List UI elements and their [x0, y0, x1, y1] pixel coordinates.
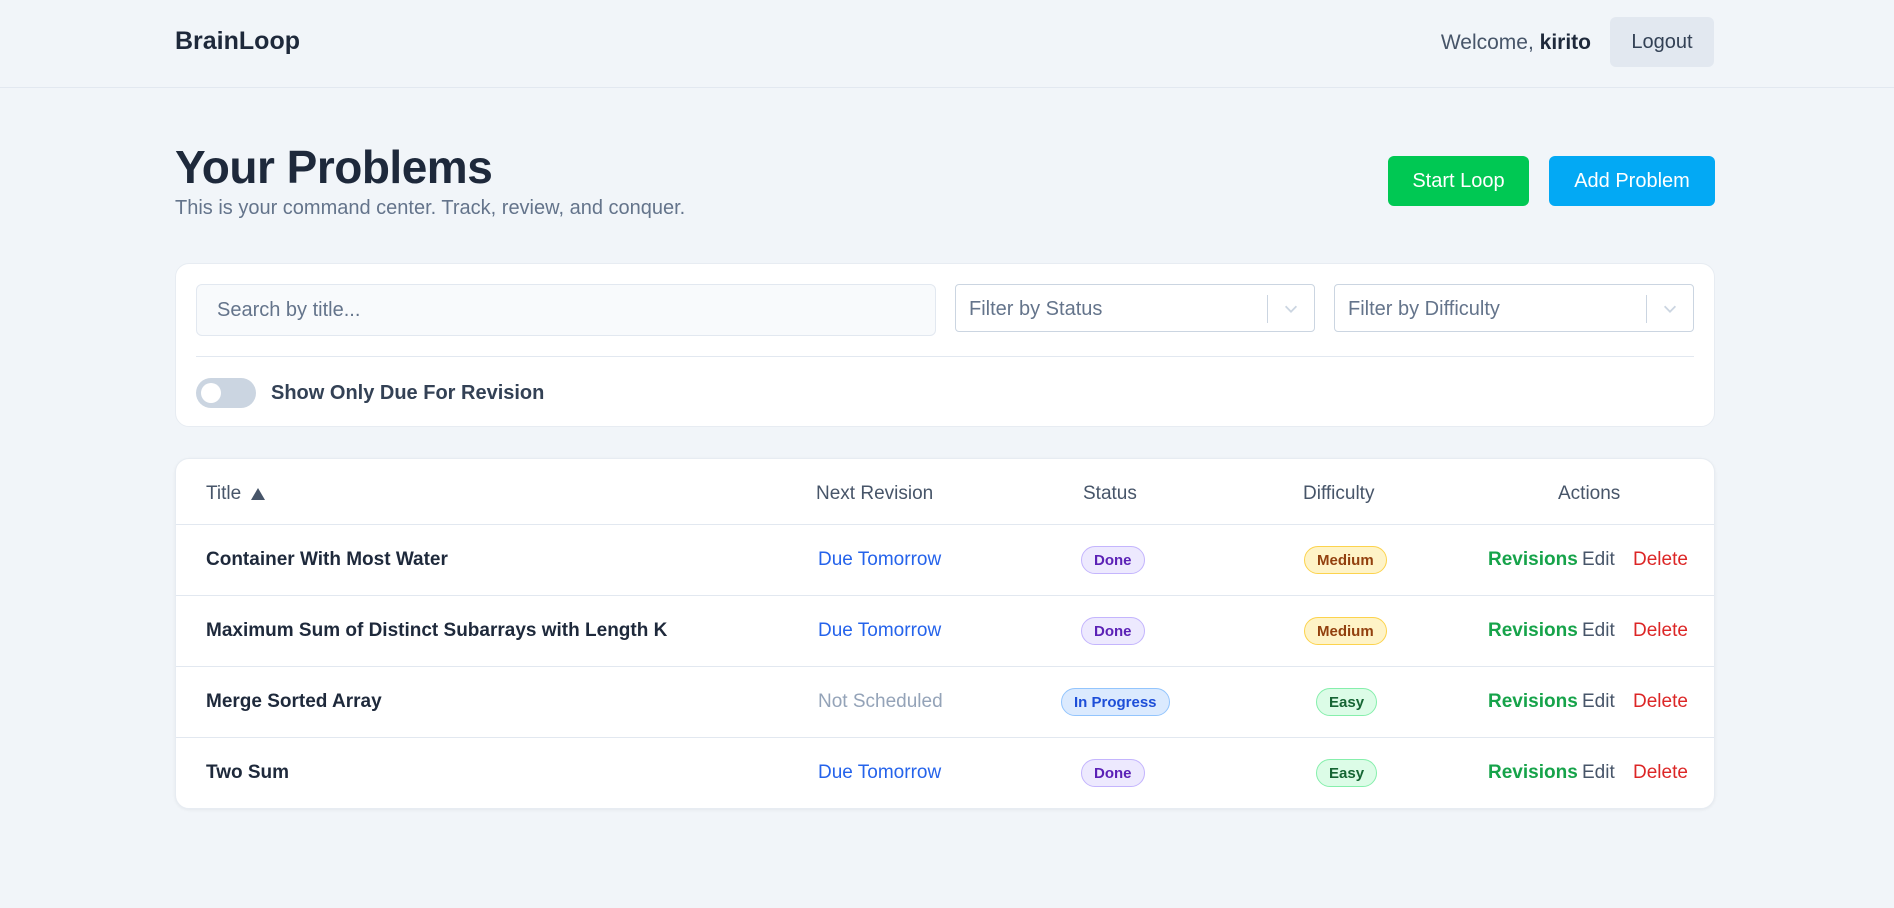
edit-button[interactable]: Edit: [1582, 691, 1615, 713]
table-row: Two Sum Due Tomorrow Done Easy Revisions…: [176, 738, 1714, 808]
status-badge: Done: [1081, 546, 1145, 574]
table-row: Container With Most Water Due Tomorrow D…: [176, 525, 1714, 596]
top-nav: BrainLoop Welcome, kirito Logout: [0, 0, 1894, 88]
revisions-button[interactable]: Revisions: [1488, 762, 1578, 784]
page-title: Your Problems: [175, 141, 493, 193]
table-header: Title Next Revision Status Difficulty Ac…: [176, 459, 1714, 525]
edit-button[interactable]: Edit: [1582, 620, 1615, 642]
toggle-knob: [201, 383, 221, 403]
problem-title: Two Sum: [206, 762, 290, 783]
status-badge: Done: [1081, 617, 1145, 645]
status-filter-placeholder: Filter by Status: [969, 298, 1103, 320]
delete-button[interactable]: Delete: [1633, 620, 1688, 642]
difficulty-badge: Medium: [1304, 617, 1387, 645]
due-revision-toggle[interactable]: [196, 378, 256, 408]
search-input[interactable]: [196, 284, 936, 336]
column-header-difficulty: Difficulty: [1303, 483, 1375, 504]
table-row: Maximum Sum of Distinct Subarrays with L…: [176, 596, 1714, 667]
difficulty-filter-placeholder: Filter by Difficulty: [1348, 298, 1500, 320]
delete-button[interactable]: Delete: [1633, 549, 1688, 571]
sort-ascending-icon[interactable]: [251, 488, 266, 500]
problems-table: Title Next Revision Status Difficulty Ac…: [175, 458, 1715, 809]
next-revision-link[interactable]: Due Tomorrow: [818, 620, 941, 642]
column-header-actions: Actions: [1558, 483, 1621, 504]
problem-title: Container With Most Water: [206, 549, 448, 570]
edit-button[interactable]: Edit: [1582, 762, 1615, 784]
logout-button[interactable]: Logout: [1610, 17, 1714, 67]
select-separator: [1646, 295, 1647, 323]
difficulty-badge: Easy: [1316, 688, 1378, 716]
username: kirito: [1539, 31, 1591, 54]
column-header-title[interactable]: Title: [206, 483, 266, 505]
start-loop-button[interactable]: Start Loop: [1388, 156, 1529, 206]
delete-button[interactable]: Delete: [1633, 691, 1688, 713]
chevron-down-icon[interactable]: [1282, 300, 1300, 318]
problem-title: Merge Sorted Array: [206, 691, 382, 712]
column-header-next-revision: Next Revision: [816, 483, 934, 504]
filter-panel: Filter by Status Filter by Difficulty Sh…: [175, 263, 1715, 427]
status-badge: In Progress: [1061, 688, 1170, 716]
page-subtitle: This is your command center. Track, revi…: [175, 197, 686, 219]
column-header-title-label: Title: [206, 483, 242, 504]
welcome-prefix: Welcome,: [1440, 31, 1540, 54]
next-revision-text: Not Scheduled: [818, 691, 943, 712]
chevron-down-icon[interactable]: [1661, 300, 1679, 318]
add-problem-button[interactable]: Add Problem: [1549, 156, 1715, 206]
status-filter-select[interactable]: Filter by Status: [955, 284, 1315, 332]
due-revision-toggle-label[interactable]: Show Only Due For Revision: [271, 382, 544, 405]
difficulty-badge: Easy: [1316, 759, 1378, 787]
select-separator: [1267, 295, 1268, 323]
welcome-text: Welcome, kirito: [1441, 31, 1591, 55]
delete-button[interactable]: Delete: [1633, 762, 1688, 784]
revisions-button[interactable]: Revisions: [1488, 549, 1578, 571]
problem-title: Maximum Sum of Distinct Subarrays with L…: [206, 620, 668, 641]
table-row: Merge Sorted Array Not Scheduled In Prog…: [176, 667, 1714, 738]
filter-divider: [196, 356, 1694, 357]
difficulty-badge: Medium: [1304, 546, 1387, 574]
revisions-button[interactable]: Revisions: [1488, 620, 1578, 642]
next-revision-link[interactable]: Due Tomorrow: [818, 762, 941, 784]
status-badge: Done: [1081, 759, 1145, 787]
next-revision-link[interactable]: Due Tomorrow: [818, 549, 941, 571]
revisions-button[interactable]: Revisions: [1488, 691, 1578, 713]
column-header-status: Status: [1083, 483, 1137, 504]
edit-button[interactable]: Edit: [1582, 549, 1615, 571]
difficulty-filter-select[interactable]: Filter by Difficulty: [1334, 284, 1694, 332]
brand-logo[interactable]: BrainLoop: [175, 27, 300, 56]
